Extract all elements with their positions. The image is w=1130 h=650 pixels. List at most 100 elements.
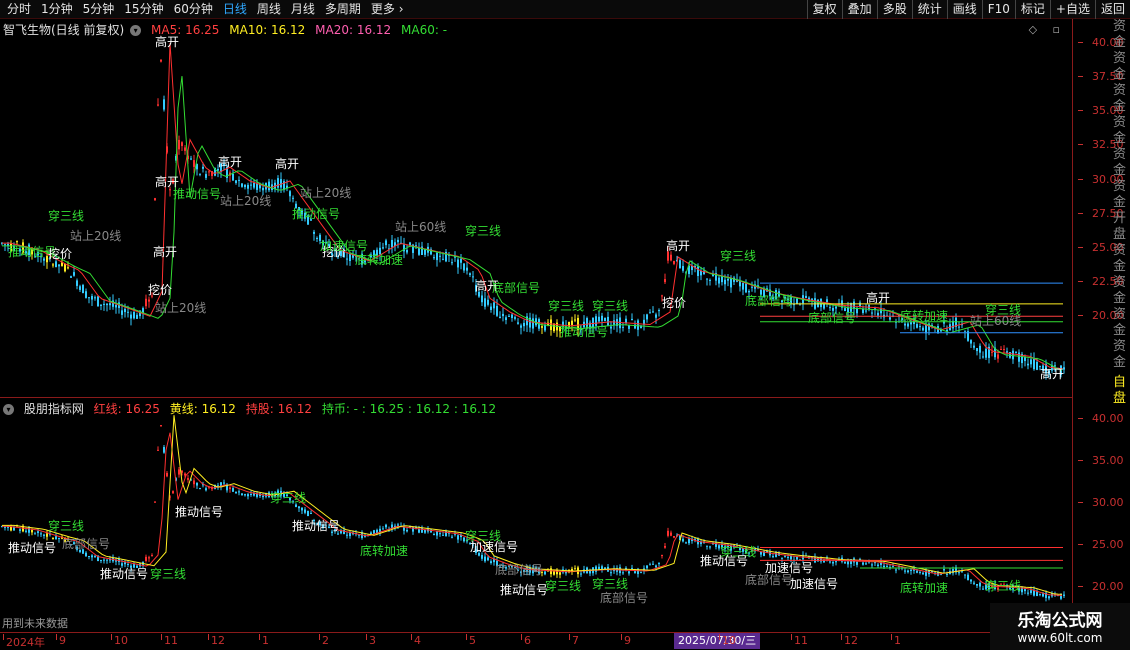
- candle-body: [724, 279, 726, 285]
- candle-body: [952, 569, 954, 574]
- candle-body: [685, 542, 687, 544]
- candle-body: [472, 276, 474, 278]
- date-axis: 2025/07/30/三 2024年 9 10 11 12 1 2 3 4 5 6 7 9 10 11 12 1: [0, 632, 1073, 650]
- candle-body: [862, 309, 864, 313]
- candle-chart[interactable]: 高开高开高开 高开高开 高开高开高开高开穿三线穿三线穿三线穿三线 穿三线 穿三线推动信号…: [0, 0, 1073, 632]
- candle-body: [256, 183, 258, 190]
- candle-body: [103, 303, 105, 305]
- signal-label: 底转加速: [900, 580, 948, 595]
- candle-body: [433, 257, 435, 259]
- candle-body: [418, 247, 420, 255]
- candle-body: [514, 317, 516, 319]
- signal-label: 站上60线: [395, 220, 446, 234]
- candle-body: [205, 174, 207, 178]
- candle-body: [574, 319, 576, 321]
- indicator-title[interactable]: 股朋指标网: [24, 402, 84, 416]
- month-label: 6: [521, 634, 531, 647]
- candle-body: [100, 304, 102, 306]
- candle-body: [670, 254, 672, 261]
- candle-body: [904, 323, 906, 326]
- candle-body: [484, 298, 486, 307]
- candle-body: [1012, 350, 1014, 360]
- candle-body: [313, 231, 315, 234]
- candle-body: [373, 530, 375, 534]
- month-label: 2: [319, 634, 329, 647]
- candle-body: [871, 312, 873, 314]
- signal-label: 推动信号: [175, 505, 223, 519]
- candle-body: [631, 318, 633, 321]
- signal-label: 穿三线: [270, 490, 306, 505]
- candle-body: [241, 493, 243, 496]
- candle-body: [505, 317, 507, 321]
- candle-body: [481, 555, 483, 559]
- candle-body: [919, 571, 921, 573]
- candle-body: [1027, 592, 1029, 594]
- candle-body: [688, 538, 690, 544]
- candle-body: [85, 291, 87, 298]
- signal-label: 穿三线: [720, 248, 756, 263]
- stock-title[interactable]: 智飞生物(日线 前复权): [3, 23, 124, 37]
- collapse-icon[interactable]: ▾: [130, 25, 142, 36]
- candle-body: [439, 533, 441, 535]
- candle-body: [262, 187, 264, 191]
- signal-label: 底转加速: [360, 543, 408, 558]
- candle-body: [469, 273, 471, 275]
- candle-body: [166, 472, 168, 477]
- month-label: 12: [841, 634, 858, 647]
- candle-body: [160, 425, 162, 427]
- candle-body: [52, 264, 54, 266]
- signal-label: 底部信号: [492, 280, 540, 295]
- candle-body: [370, 532, 372, 534]
- toolbar-button[interactable]: 返回: [1094, 0, 1130, 19]
- candle-body: [292, 197, 294, 199]
- collapse-icon[interactable]: ▾: [3, 404, 14, 415]
- ma60-value: MA60: -: [401, 23, 448, 37]
- candle-body: [883, 565, 885, 568]
- candle-body: [241, 183, 243, 187]
- candle-body: [886, 566, 888, 568]
- candle-body: [667, 530, 669, 536]
- candle-body: [673, 260, 675, 264]
- candle-body: [835, 306, 837, 309]
- candle-body: [4, 526, 6, 528]
- candle-body: [154, 501, 156, 503]
- signal-label: 穿三线: [985, 578, 1021, 593]
- candle-body: [238, 491, 240, 493]
- signal-label: 高开: [275, 156, 299, 171]
- candle-body: [967, 574, 969, 581]
- candle-body: [463, 263, 465, 271]
- candle-body: [1042, 593, 1044, 597]
- candle-body: [178, 139, 180, 150]
- candle-body: [346, 534, 348, 536]
- candle-body: [487, 557, 489, 561]
- candle-body: [727, 278, 729, 281]
- month-label: 10: [111, 634, 128, 647]
- candle-body: [862, 562, 864, 565]
- candle-body: [895, 569, 897, 571]
- candle-body: [163, 99, 165, 110]
- candle-body: [73, 272, 75, 276]
- candle-body: [871, 564, 873, 566]
- candle-body: [223, 482, 225, 484]
- candle-body: [976, 348, 978, 352]
- candle-body: [16, 241, 18, 243]
- candle-body: [922, 572, 924, 575]
- candle-body: [232, 488, 234, 492]
- candle-body: [907, 570, 909, 573]
- candle-body: [709, 546, 711, 548]
- signal-label: 底部信号: [745, 293, 793, 308]
- candle-body: [640, 572, 642, 574]
- candle-body: [604, 317, 606, 322]
- candle-body: [649, 312, 651, 314]
- signal-label: 穿三线: [592, 576, 628, 591]
- candle-body: [658, 310, 660, 312]
- signal-label: 推动信号: [292, 207, 340, 221]
- candle-body: [115, 304, 117, 308]
- candle-body: [133, 312, 135, 319]
- signal-label: 穿三线: [48, 518, 84, 533]
- signal-label: 底转加速: [900, 308, 948, 323]
- candle-body: [856, 561, 858, 565]
- candle-body: [181, 142, 183, 147]
- signal-label: 推动信号: [700, 554, 748, 568]
- candle-body: [289, 191, 291, 197]
